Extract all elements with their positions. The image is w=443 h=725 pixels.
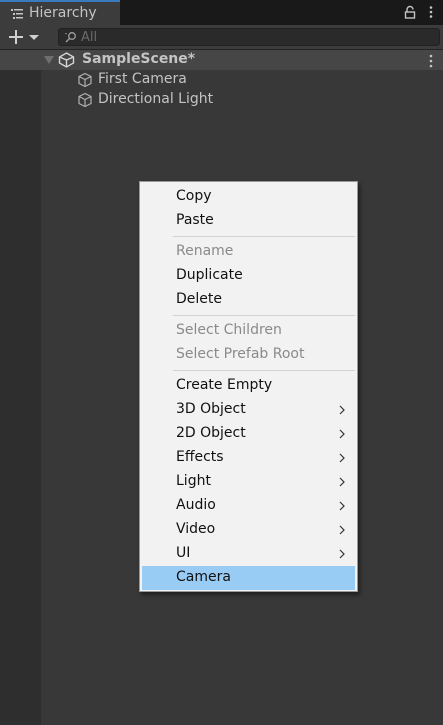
menu-item-create-empty[interactable]: Create Empty: [142, 374, 355, 398]
menu-item-light[interactable]: Light: [142, 470, 355, 494]
menu-item-label: Select Prefab Root: [176, 346, 305, 362]
toolbar: [0, 25, 443, 50]
menu-item-label: 2D Object: [176, 425, 246, 441]
tab-hierarchy[interactable]: Hierarchy: [0, 0, 120, 25]
search-field[interactable]: [58, 28, 440, 46]
menu-item-label: Select Children: [176, 322, 282, 338]
unity-scene-icon: [58, 52, 75, 68]
menu-separator: [173, 236, 355, 237]
menu-item-label: Camera: [176, 569, 231, 585]
scene-kebab-icon[interactable]: [427, 54, 435, 68]
menu-item-label: 3D Object: [176, 401, 246, 417]
menu-item-paste[interactable]: Paste: [142, 209, 355, 233]
hierarchy-item-label: First Camera: [98, 71, 187, 87]
foldout-arrow-icon[interactable]: [44, 56, 54, 64]
left-gutter: [0, 50, 41, 725]
menu-item-select-children: Select Children: [142, 319, 355, 343]
gameobject-cube-icon: [78, 72, 92, 88]
menu-item-ui[interactable]: UI: [142, 542, 355, 566]
tab-bar: Hierarchy: [0, 0, 443, 25]
lock-icon[interactable]: [403, 5, 417, 19]
menu-item-copy[interactable]: Copy: [142, 185, 355, 209]
kebab-menu-icon[interactable]: [424, 5, 438, 19]
menu-item-video[interactable]: Video: [142, 518, 355, 542]
chevron-right-icon: [339, 477, 345, 487]
menu-item-label: Effects: [176, 449, 224, 465]
menu-item-delete[interactable]: Delete: [142, 288, 355, 312]
menu-item-rename: Rename: [142, 240, 355, 264]
menu-item-label: UI: [176, 545, 191, 561]
menu-item-2d-object[interactable]: 2D Object: [142, 422, 355, 446]
menu-item-label: Audio: [176, 497, 216, 513]
menu-item-label: Delete: [176, 291, 222, 307]
chevron-right-icon: [339, 549, 345, 559]
menu-item-label: Rename: [176, 243, 234, 259]
menu-separator: [173, 315, 355, 316]
plus-icon: [9, 30, 23, 44]
chevron-right-icon: [339, 501, 345, 511]
hierarchy-window: Hierarchy All SampleScene* First Camera …: [0, 0, 443, 725]
hierarchy-list-icon: [11, 9, 23, 19]
search-icon: [65, 32, 76, 43]
hierarchy-item-directional-light[interactable]: Directional Light: [0, 90, 443, 110]
hierarchy-item-first-camera[interactable]: First Camera: [0, 70, 443, 90]
menu-item-label: Copy: [176, 188, 212, 204]
menu-item-select-prefab-root: Select Prefab Root: [142, 343, 355, 367]
chevron-right-icon: [339, 453, 345, 463]
menu-item-audio[interactable]: Audio: [142, 494, 355, 518]
menu-item-3d-object[interactable]: 3D Object: [142, 398, 355, 422]
menu-item-duplicate[interactable]: Duplicate: [142, 264, 355, 288]
menu-item-label: Video: [176, 521, 216, 537]
menu-item-label: Paste: [176, 212, 214, 228]
search-input[interactable]: [81, 29, 431, 45]
scene-name: SampleScene*: [82, 51, 196, 67]
chevron-right-icon: [339, 405, 345, 415]
menu-item-label: Duplicate: [176, 267, 243, 283]
menu-item-label: Create Empty: [176, 377, 273, 393]
gameobject-cube-icon: [78, 92, 92, 108]
scene-row[interactable]: SampleScene*: [0, 50, 443, 70]
menu-item-label: Light: [176, 473, 211, 489]
menu-separator: [173, 370, 355, 371]
chevron-right-icon: [339, 525, 345, 535]
add-dropdown-button[interactable]: [4, 27, 44, 47]
context-menu: Copy Paste Rename Duplicate Delete Selec…: [139, 181, 358, 592]
hierarchy-item-label: Directional Light: [98, 91, 214, 107]
menu-item-camera[interactable]: Camera: [142, 566, 355, 590]
chevron-right-icon: [339, 429, 345, 439]
menu-item-effects[interactable]: Effects: [142, 446, 355, 470]
dropdown-arrow-icon: [29, 35, 39, 40]
tab-title: Hierarchy: [29, 5, 97, 21]
